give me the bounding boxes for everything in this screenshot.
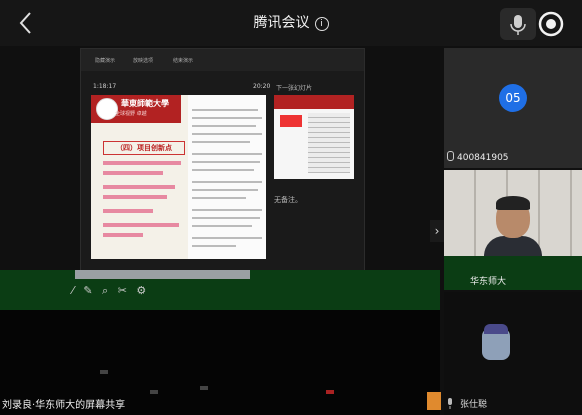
presenter-toolbar: 隐藏演示 放映选项 结束演示: [81, 49, 364, 71]
participant-name: 400841905: [447, 151, 509, 163]
participant-name: 华东师大: [470, 277, 507, 287]
slide-header: 華東師範大學 全球视野 卓越: [91, 95, 181, 123]
university-name: 華東師範大學: [121, 99, 169, 108]
meeting-title-text: 腾讯会议: [253, 15, 310, 31]
current-slide: 華東師範大學 全球视野 卓越 （四）项目创新点: [91, 95, 266, 259]
document-page: [188, 95, 266, 259]
participant-name: 张仕聪: [460, 400, 488, 410]
shared-screen[interactable]: 隐藏演示 放映选项 结束演示 1:18:17 20:20 下一张幻灯片 華東師範…: [80, 48, 365, 272]
university-subtitle: 全球视野 卓越: [115, 111, 147, 117]
participant-video-tile[interactable]: 华东师大: [444, 170, 582, 290]
next-slide-preview[interactable]: [274, 95, 354, 179]
screen-share-stream: ⁄ ✎ ⌕ ✂ ⚙ 刘录良·华东师大的屏幕共享: [0, 270, 440, 415]
avatar: [427, 392, 441, 410]
avatar: 05: [499, 84, 527, 112]
elapsed-time: 1:18:17: [93, 83, 117, 90]
hide-presentation-button[interactable]: 隐藏演示: [95, 57, 115, 64]
annotation-tools[interactable]: ⁄ ✎ ⌕ ✂ ⚙: [72, 284, 149, 298]
chevron-right-icon[interactable]: ›: [430, 220, 444, 242]
info-icon[interactable]: i: [314, 17, 329, 31]
microphone-icon: [448, 398, 452, 409]
microphone-icon: [510, 15, 526, 35]
microphone-icon: [447, 151, 454, 161]
slide-section-title: （四）项目创新点: [103, 141, 185, 155]
meeting-title: 腾讯会议 i: [0, 12, 582, 32]
end-presentation-button[interactable]: 结束演示: [173, 57, 193, 64]
microphone-button[interactable]: [500, 8, 536, 40]
record-icon[interactable]: [535, 8, 567, 40]
clock: 20:20: [253, 83, 271, 90]
slide-table: [308, 113, 350, 173]
top-bar: 腾讯会议 i: [0, 0, 582, 46]
notes-placeholder: 无备注。: [274, 196, 302, 204]
screen-share-caption: 刘录良·华东师大的屏幕共享: [2, 400, 126, 411]
display-options-button[interactable]: 放映选项: [133, 57, 153, 64]
next-slide-label: 下一张幻灯片: [276, 85, 313, 92]
participant-tile[interactable]: 05 400841905: [444, 48, 582, 168]
